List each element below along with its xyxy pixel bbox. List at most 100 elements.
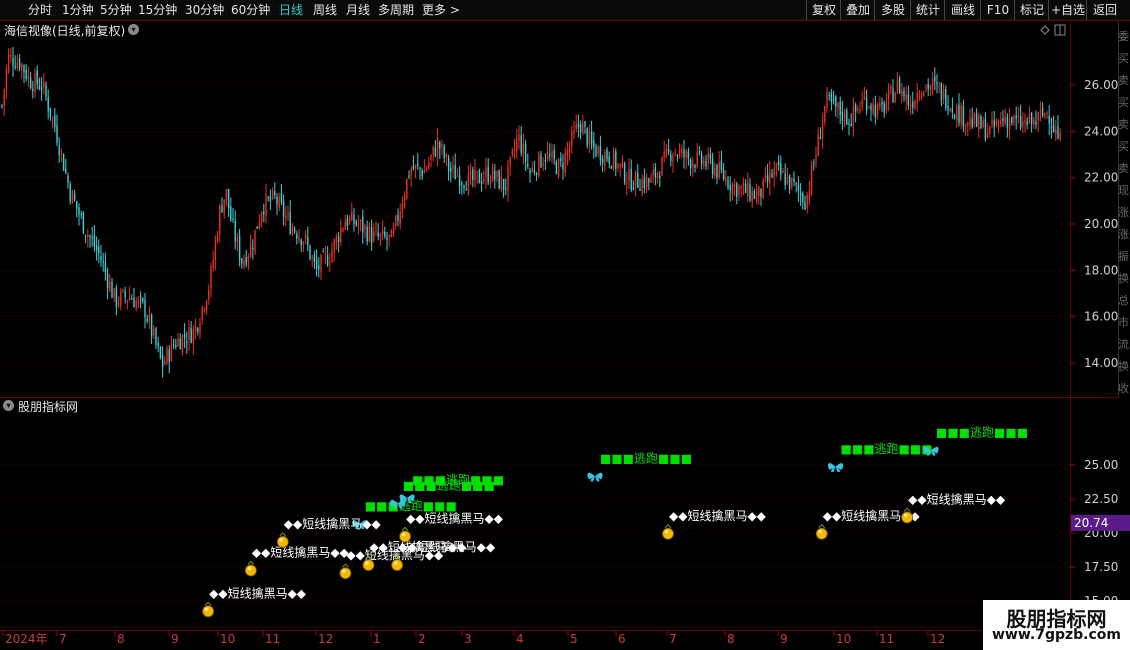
candle-body <box>945 89 947 108</box>
candle-body <box>49 107 52 117</box>
candle-body <box>692 162 694 168</box>
candle-body <box>60 151 63 153</box>
candle-body <box>1000 120 1002 124</box>
buy-signal-label: ◆◆短线擒黑马◆◆ <box>398 539 496 554</box>
candle-body <box>351 211 353 221</box>
candle-body <box>630 168 632 190</box>
butterfly-icon <box>827 463 844 472</box>
right-edge-label: 现 <box>1118 184 1129 197</box>
candle-body <box>916 92 918 104</box>
candle-body <box>518 134 520 141</box>
time-tick-label: 2 <box>418 632 426 646</box>
candle-body <box>472 169 474 181</box>
candle-body <box>645 177 648 190</box>
candle-body <box>942 89 945 100</box>
candle-body <box>364 226 366 230</box>
candle-body <box>698 151 701 153</box>
candle-body <box>258 221 261 229</box>
candle-body <box>507 165 509 192</box>
candle-body <box>34 72 36 93</box>
candle-body <box>643 176 646 189</box>
candle-body <box>373 231 375 241</box>
candle-body <box>795 183 797 185</box>
candle-body <box>54 114 56 127</box>
candle-body <box>159 346 162 358</box>
kline-chart[interactable]: 26.00 24.00 22.00 20.00 18.00 16.00 14.00 25.00… <box>0 0 1130 650</box>
gold-ball-highlight <box>401 532 406 537</box>
indicator-tick-label: 22.50 <box>1084 492 1118 506</box>
candle-body <box>540 154 542 168</box>
candle-body <box>269 196 272 201</box>
candle-body <box>82 212 85 234</box>
candle-body <box>632 188 635 190</box>
candle-body <box>949 108 951 111</box>
right-edge-label: 卖 <box>1118 162 1129 175</box>
gold-ball-highlight <box>247 566 252 571</box>
candle-body <box>148 315 151 321</box>
candle-body <box>45 85 47 97</box>
candle-body <box>491 167 494 182</box>
candle-body <box>359 219 362 223</box>
candle-body <box>584 121 586 127</box>
time-tick-label: 9 <box>780 632 788 646</box>
candle-body <box>1002 118 1004 122</box>
gold-ball-icon <box>391 559 404 571</box>
candle-body <box>10 54 12 57</box>
candle-body <box>1035 121 1037 125</box>
current-value-label: 20.74 <box>1074 516 1108 530</box>
candle-body <box>681 148 683 153</box>
candle-body <box>621 161 624 167</box>
candle-body <box>956 106 958 121</box>
candle-body <box>186 341 188 343</box>
candle-body <box>23 65 25 73</box>
candle-body <box>813 163 815 165</box>
candle-body <box>238 235 241 260</box>
candle-body <box>38 86 41 89</box>
candle-body <box>111 281 113 298</box>
time-tick-label: 11 <box>265 632 280 646</box>
candle-body <box>555 161 558 174</box>
candle-body <box>267 197 269 199</box>
candle-body <box>428 163 430 168</box>
time-tick-label: 7 <box>669 632 677 646</box>
candle-body <box>278 196 280 208</box>
watermark: 股朋指标网 www.7gpzb.com <box>983 600 1130 650</box>
gold-ball-highlight <box>342 569 346 573</box>
candle-body <box>617 163 619 168</box>
candle-body <box>104 263 107 273</box>
candle-body <box>1022 121 1024 128</box>
candle-body <box>725 177 727 182</box>
candle-body <box>106 273 109 289</box>
candle-body <box>221 206 223 213</box>
buy-signal-label: ◆◆短线擒黑马◆◆ <box>908 491 1006 506</box>
candle-body <box>304 234 307 239</box>
candle-body <box>478 169 481 184</box>
candle-body <box>760 188 762 197</box>
candle-body <box>951 108 954 112</box>
candle-body <box>443 146 445 159</box>
buy-signal-label: ◆◆短线擒黑马◆◆ <box>209 585 307 600</box>
candle-body <box>392 227 395 234</box>
candle-body <box>346 218 349 226</box>
candle-body <box>588 131 591 145</box>
candle-body <box>102 261 104 263</box>
time-tick-label: 5 <box>570 632 578 646</box>
candle-body <box>689 159 692 168</box>
candle-body <box>590 131 593 144</box>
candle-body <box>876 103 879 115</box>
candle-body <box>194 326 197 332</box>
candle-body <box>509 156 511 166</box>
candle-body <box>980 116 982 129</box>
candle-body <box>758 186 760 196</box>
candle-body <box>819 137 822 139</box>
candle-body <box>487 166 489 183</box>
candle-body <box>89 235 91 238</box>
candle-body <box>502 178 505 190</box>
watermark-url: www.7gpzb.com <box>991 627 1121 643</box>
candle-body <box>274 191 276 195</box>
candle-body <box>775 163 778 169</box>
candle-body <box>667 149 670 152</box>
candle-body <box>14 66 16 68</box>
candle-body <box>133 297 135 308</box>
candle-body <box>452 165 454 169</box>
